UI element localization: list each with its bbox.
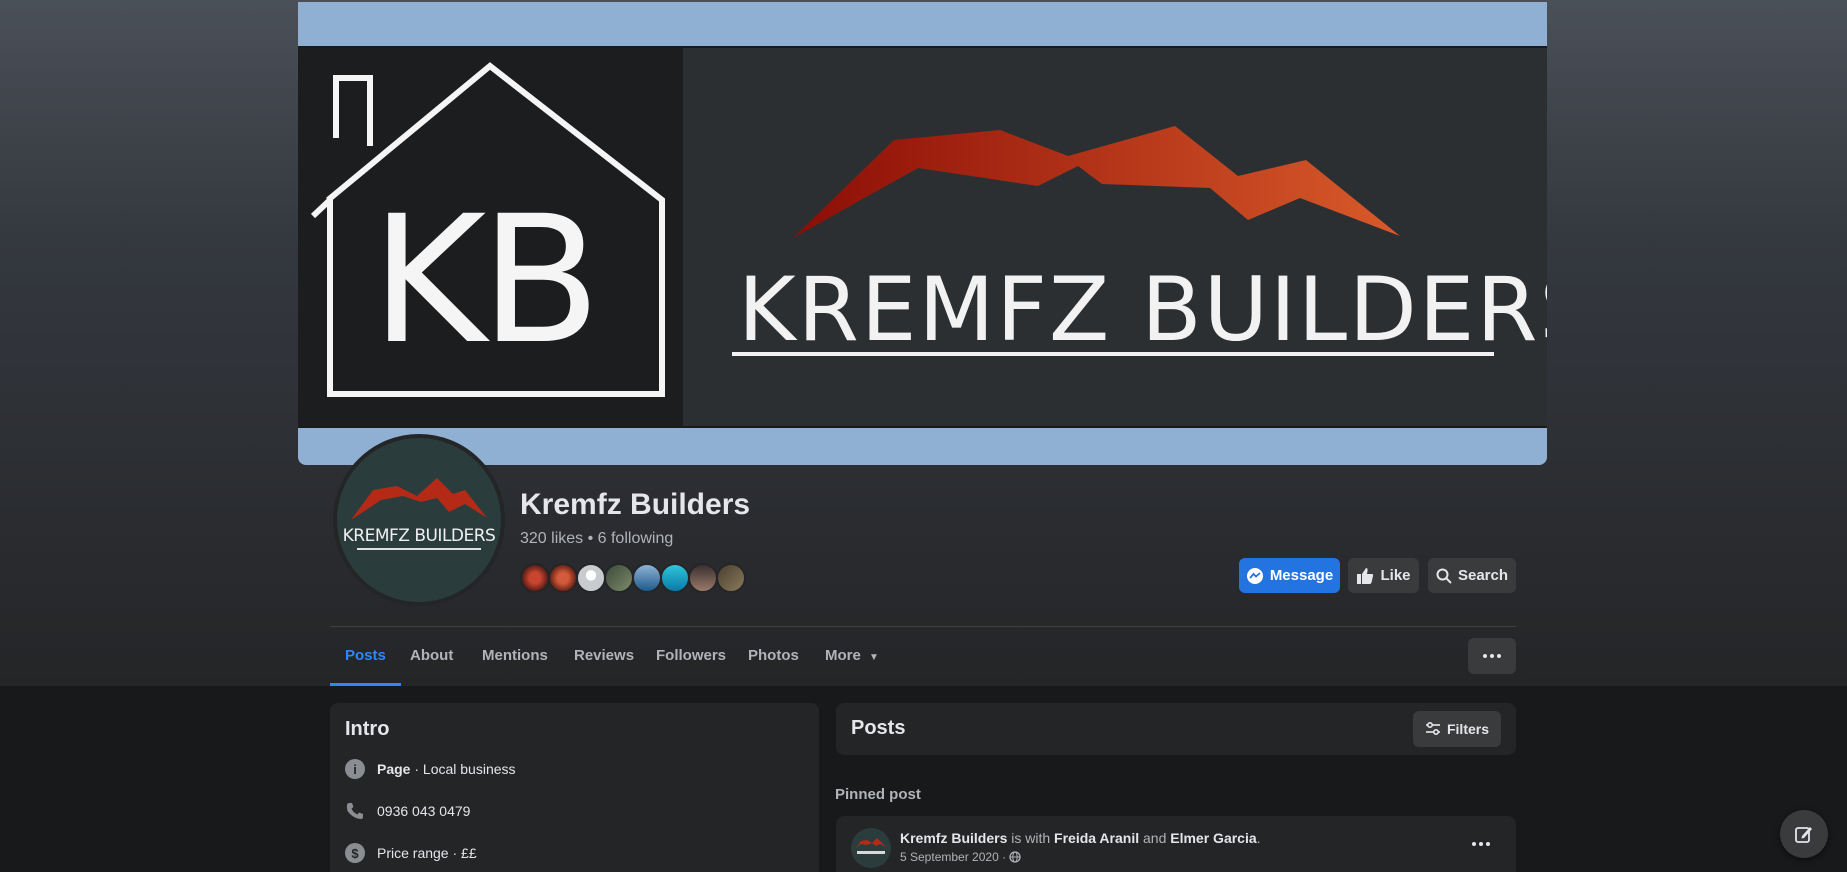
intro-page-type-text: Page · Local business xyxy=(377,761,516,777)
dot xyxy=(1483,654,1487,658)
cover-brand-text: KREMFZ BUILDERS xyxy=(738,258,1547,361)
profile-logo-text: KREMFZ BUILDERS xyxy=(342,526,496,546)
page-category[interactable]: · Local business xyxy=(410,761,515,777)
cover-photo[interactable]: KB KREMFZ BUILDERS xyxy=(298,2,1547,465)
tab-label: Reviews xyxy=(574,647,635,664)
pinned-post-card: Kremfz Builders is with Freida Aranil an… xyxy=(836,816,1516,872)
follower-avatar[interactable] xyxy=(716,563,746,593)
post-meta: 5 September 2020 · xyxy=(900,850,1021,864)
tab-label: Photos xyxy=(748,647,799,664)
tab-posts[interactable]: Posts xyxy=(330,632,401,686)
post-and-text: and xyxy=(1139,830,1171,846)
intro-card: Intro i Page · Local business 0936 043 0… xyxy=(330,703,819,872)
pinned-post-label: Pinned post xyxy=(835,786,921,803)
sliders-icon xyxy=(1425,722,1440,736)
follower-avatar[interactable] xyxy=(688,563,718,593)
roof-graphic xyxy=(793,126,1400,238)
header-divider xyxy=(330,626,1516,627)
search-button-label: Search xyxy=(1457,567,1509,584)
post-options-button[interactable] xyxy=(1472,842,1490,846)
post-with-text: is with xyxy=(1007,830,1055,846)
posts-header-card: Posts Filters xyxy=(836,703,1516,755)
profile-roof-graphic xyxy=(351,478,487,520)
tab-about[interactable]: About xyxy=(410,632,453,686)
page-title[interactable]: Kremfz Builders xyxy=(520,488,750,522)
tab-reviews[interactable]: Reviews xyxy=(574,632,634,686)
page-type-label: Page xyxy=(377,761,411,777)
cover-underline xyxy=(732,352,1494,356)
follower-avatar[interactable] xyxy=(576,563,606,593)
intro-title: Intro xyxy=(345,718,390,740)
tab-label: More xyxy=(825,647,861,664)
intro-phone: 0936 043 0479 xyxy=(345,801,470,821)
tab-label: Followers xyxy=(656,647,727,664)
posts-title: Posts xyxy=(851,717,906,739)
search-icon xyxy=(1436,568,1452,584)
follower-avatar[interactable] xyxy=(548,563,578,593)
thumbs-up-icon xyxy=(1357,567,1374,584)
like-button-label: Like xyxy=(1380,567,1411,584)
intro-page-type: i Page · Local business xyxy=(345,759,516,779)
post-date[interactable]: 5 September 2020 · xyxy=(900,850,1006,864)
tab-label: Mentions xyxy=(482,647,548,664)
page-stats[interactable]: 320 likes • 6 following xyxy=(520,530,673,548)
follower-avatar[interactable] xyxy=(660,563,690,593)
tab-mentions[interactable]: Mentions xyxy=(482,632,548,686)
post-author-name[interactable]: Kremfz Builders xyxy=(900,830,1007,846)
tab-photos[interactable]: Photos xyxy=(748,632,799,686)
dot xyxy=(1490,654,1494,658)
info-icon: i xyxy=(345,759,365,779)
dollar-icon: $ xyxy=(345,843,365,863)
dot xyxy=(1486,842,1490,846)
price-range-text: Price range · ££ xyxy=(377,845,477,861)
globe-icon[interactable] xyxy=(1009,851,1021,863)
tab-label: About xyxy=(410,647,454,664)
dot xyxy=(1472,842,1476,846)
search-button[interactable]: Search xyxy=(1428,558,1516,593)
post-header-text: Kremfz Builders is with Freida Aranil an… xyxy=(900,830,1261,846)
dot xyxy=(1497,654,1501,658)
message-button[interactable]: Message xyxy=(1239,558,1340,593)
filters-button[interactable]: Filters xyxy=(1413,711,1501,747)
chevron-down-icon: ▼ xyxy=(869,652,879,663)
like-button[interactable]: Like xyxy=(1348,558,1419,593)
tab-label: Posts xyxy=(345,647,386,664)
profile-logo-underline xyxy=(357,548,481,550)
follower-avatar[interactable] xyxy=(632,563,662,593)
profile-picture[interactable]: KREMFZ BUILDERS xyxy=(333,434,505,606)
messenger-icon xyxy=(1246,567,1263,584)
tagged-person[interactable]: Freida Aranil xyxy=(1054,830,1139,846)
new-message-button[interactable] xyxy=(1780,810,1828,858)
tab-followers[interactable]: Followers xyxy=(656,632,726,686)
post-period: . xyxy=(1256,830,1261,846)
message-button-label: Message xyxy=(1269,567,1334,584)
edit-icon xyxy=(1795,827,1812,843)
intro-price-range: $ Price range · ££ xyxy=(345,843,477,863)
filters-label: Filters xyxy=(1446,721,1489,737)
tagged-person[interactable]: Elmer Garcia xyxy=(1170,830,1256,846)
post-avatar-logo xyxy=(856,838,886,854)
more-options-button[interactable] xyxy=(1468,638,1516,674)
dot xyxy=(1479,842,1483,846)
phone-icon xyxy=(346,803,363,819)
follower-avatar[interactable] xyxy=(604,563,634,593)
post-author-avatar[interactable] xyxy=(851,828,891,868)
tab-more[interactable]: More ▼ xyxy=(825,632,879,686)
phone-number[interactable]: 0936 043 0479 xyxy=(377,803,470,819)
follower-avatar[interactable] xyxy=(520,563,550,593)
cover-banner: KB KREMFZ BUILDERS xyxy=(298,46,1547,428)
